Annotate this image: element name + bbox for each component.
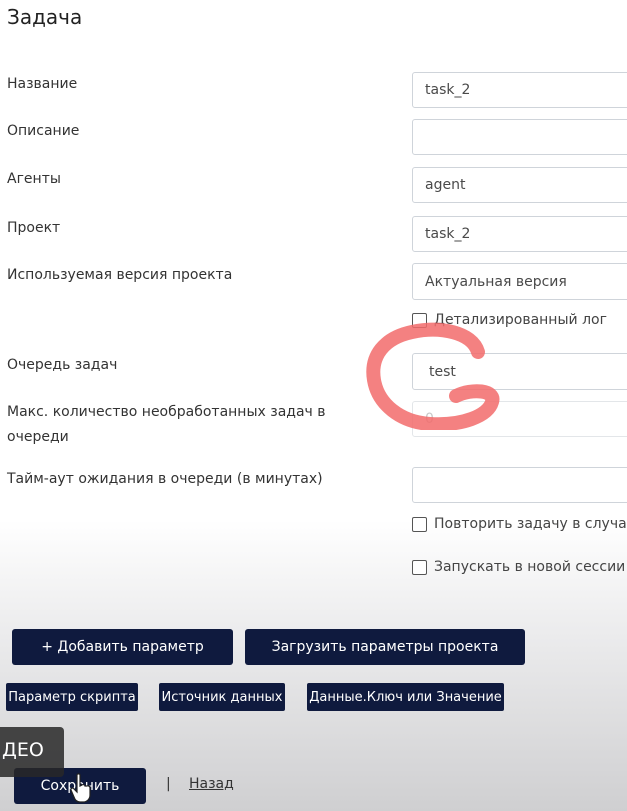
page-title: Задача — [7, 5, 83, 29]
project-label: Проект — [7, 220, 61, 236]
queue-timeout-input[interactable] — [412, 467, 627, 503]
add-parameter-button[interactable]: + Добавить параметр — [12, 629, 233, 665]
new-session-label: Запускать в новой сессии — [434, 559, 626, 575]
repeat-task-checkbox[interactable]: Повторить задачу в случае — [412, 516, 627, 532]
description-label: Описание — [7, 123, 80, 139]
agents-label: Агенты — [7, 171, 61, 187]
name-input[interactable]: task_2 — [412, 72, 627, 108]
repeat-task-label: Повторить задачу в случае — [434, 516, 627, 532]
max-unprocessed-label-line2: очереди — [7, 429, 69, 445]
hand-cursor-icon — [70, 773, 91, 803]
red-annotation-scribble — [366, 322, 500, 430]
new-session-checkbox[interactable]: Запускать в новой сессии — [412, 559, 625, 575]
task-queue-label: Очередь задач — [7, 357, 118, 373]
name-label: Название — [7, 76, 78, 92]
load-project-params-button[interactable]: Загрузить параметры проекта — [245, 629, 525, 665]
new-session-box[interactable] — [412, 559, 427, 575]
tab-script-parameter[interactable]: Параметр скрипта — [6, 683, 138, 711]
project-version-label: Используемая версия проекта — [7, 267, 233, 283]
video-overlay-label: ДЕО — [0, 727, 64, 777]
max-unprocessed-label-line1: Макс. количество необработанных задач в — [7, 404, 326, 420]
queue-timeout-label: Тайм-аут ожидания в очереди (в минутах) — [7, 471, 323, 487]
agents-select[interactable]: agent — [412, 167, 627, 203]
tab-data-source[interactable]: Источник данных — [159, 683, 285, 711]
project-select[interactable]: task_2 — [412, 216, 627, 252]
project-version-select[interactable]: Актуальная версия — [412, 263, 627, 300]
separator: | — [166, 776, 171, 792]
description-input[interactable] — [412, 119, 627, 155]
tab-data-key-or-value[interactable]: Данные.Ключ или Значение — [307, 683, 504, 711]
back-link[interactable]: Назад — [189, 776, 234, 792]
repeat-task-box[interactable] — [412, 516, 427, 532]
